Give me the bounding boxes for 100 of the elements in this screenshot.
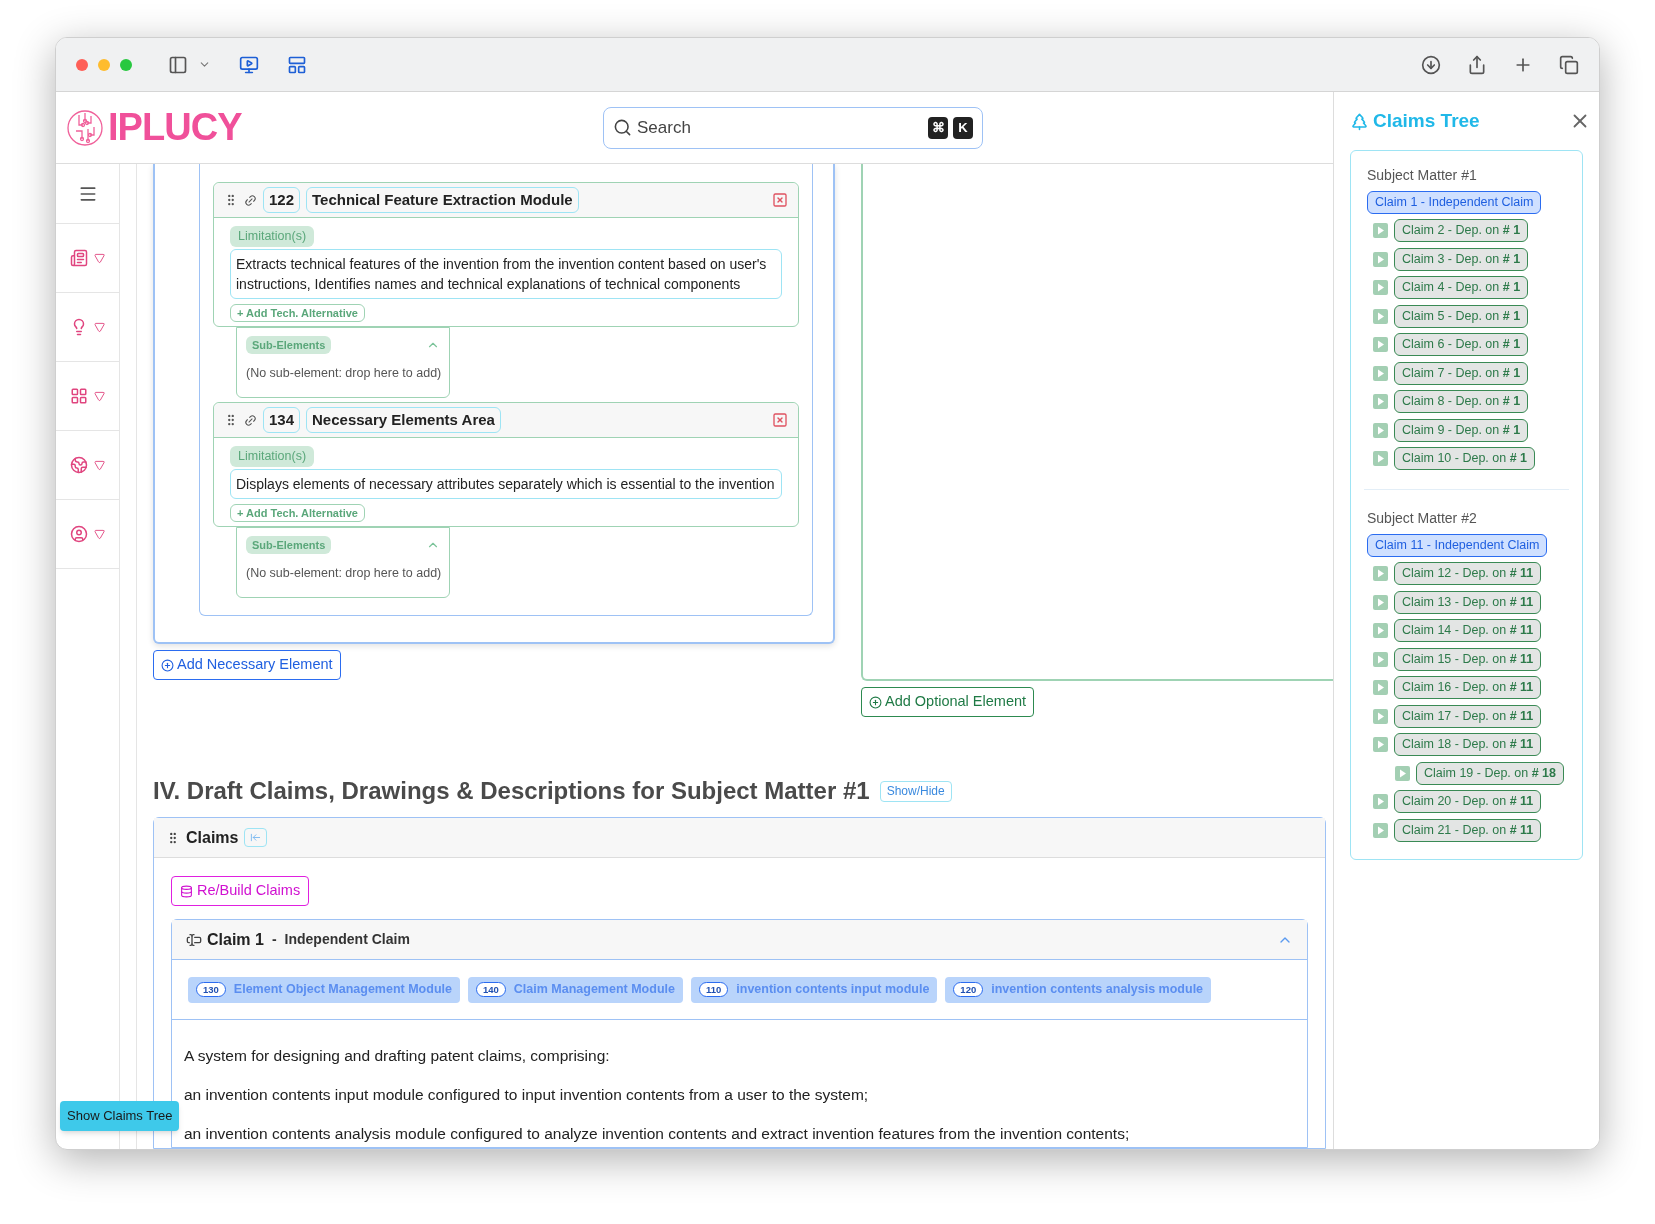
element-tag[interactable]: 110 invention contents input module — [690, 976, 938, 1003]
claim-tag[interactable]: Claim 6 - Dep. on # 1 — [1394, 333, 1529, 357]
element-name: invention contents analysis module — [991, 981, 1204, 999]
add-alternative-button[interactable]: + Add Tech. Alternative — [230, 503, 365, 522]
limitation-label: Limitation(s) — [230, 226, 315, 247]
claim-tag[interactable]: Claim 10 - Dep. on # 1 — [1394, 447, 1536, 471]
claim-tag[interactable]: Claim 17 - Dep. on # 11 — [1394, 704, 1542, 728]
empty-message: (No sub-element: drop here to add) — [246, 365, 440, 383]
claim-tag[interactable]: Claim 20 - Dep. on # 11 — [1394, 790, 1542, 814]
add-necessary-element-button[interactable]: Add Necessary Element — [153, 650, 341, 680]
play-icon[interactable] — [1373, 623, 1388, 639]
element-name: invention contents input module — [736, 981, 930, 999]
empty-message: (No sub-element: drop here to add) — [246, 565, 440, 583]
element-number: 110 — [698, 982, 729, 997]
shortcut-key: ⌘ — [928, 116, 948, 139]
claim-tag[interactable]: Claim 14 - Dep. on # 11 — [1394, 619, 1542, 643]
element-name: Technical Feature Extraction Module — [306, 186, 579, 214]
play-icon[interactable] — [1373, 822, 1388, 838]
video-icon[interactable] — [239, 54, 259, 75]
play-icon[interactable] — [1373, 223, 1388, 239]
claim-tag[interactable]: Claim 18 - Dep. on # 11 — [1394, 733, 1542, 757]
show-claims-tree-button[interactable]: Show Claims Tree — [60, 1101, 180, 1131]
caret-icon[interactable] — [94, 321, 105, 333]
claim-tag[interactable]: Claim 16 - Dep. on # 11 — [1394, 676, 1542, 700]
claim-tag[interactable]: Claim 12 - Dep. on # 11 — [1394, 562, 1542, 586]
nav-icon[interactable] — [70, 525, 88, 543]
share-icon[interactable] — [1467, 54, 1487, 75]
claim-tag[interactable]: Claim 11 - Independent Claim — [1367, 533, 1548, 557]
search-input[interactable]: Search — [637, 114, 923, 141]
claim-tag[interactable]: Claim 13 - Dep. on # 11 — [1394, 590, 1542, 614]
element-tag[interactable]: 140 Claim Management Module — [467, 976, 683, 1003]
claim-tag[interactable]: Claim 4 - Dep. on # 1 — [1394, 276, 1529, 300]
delete-icon[interactable] — [772, 192, 788, 208]
claim-tag[interactable]: Claim 1 - Independent Claim — [1367, 190, 1542, 214]
collapse-button[interactable] — [244, 828, 268, 847]
sidebar-toggle-icon[interactable] — [168, 54, 188, 75]
claim-separator: - — [271, 930, 277, 949]
claim-tag[interactable]: Claim 5 - Dep. on # 1 — [1394, 304, 1529, 328]
claim-tag[interactable]: Claim 15 - Dep. on # 11 — [1394, 647, 1542, 671]
caret-icon[interactable] — [94, 390, 105, 402]
claim-tag[interactable]: Claim 7 - Dep. on # 1 — [1394, 361, 1529, 385]
panel-title: Claims Tree — [1373, 108, 1480, 133]
limitation-field[interactable]: Extracts technical features of the invention from the invention content based on user's instructions, Identifies names and technical explanations of technical components — [230, 248, 782, 299]
close-window-icon[interactable] — [76, 58, 88, 71]
claim-paragraph: an invention contents analysis module configured to analyze invention contents and extract invention features from the invention contents; — [184, 1124, 1131, 1144]
claim-tag[interactable]: Claim 3 - Dep. on # 1 — [1394, 247, 1529, 271]
rebuild-claims-button[interactable]: Re/Build Claims — [171, 876, 310, 906]
play-icon[interactable] — [1373, 566, 1388, 582]
element-number: 120 — [953, 982, 984, 997]
sub-elements-label: Sub-Elements — [246, 335, 332, 355]
play-icon[interactable] — [1373, 737, 1388, 753]
add-alternative-button[interactable]: + Add Tech. Alternative — [230, 303, 365, 322]
nav-icon[interactable] — [70, 249, 88, 267]
claim-tag[interactable]: Claim 9 - Dep. on # 1 — [1394, 418, 1529, 442]
add-optional-element-button[interactable]: Add Optional Element — [861, 687, 1035, 717]
play-icon[interactable] — [1373, 308, 1388, 324]
sub-elements-label: Sub-Elements — [246, 535, 332, 555]
element-tag[interactable]: 120 invention contents analysis module — [945, 976, 1212, 1003]
claim-tag[interactable]: Claim 8 - Dep. on # 1 — [1394, 390, 1529, 414]
play-icon[interactable] — [1373, 337, 1388, 353]
claim-tag[interactable]: Claim 19 - Dep. on # 18 — [1416, 761, 1565, 785]
claim-tag[interactable]: Claim 2 - Dep. on # 1 — [1394, 219, 1529, 243]
play-icon[interactable] — [1373, 365, 1388, 381]
zoom-window-icon[interactable] — [120, 58, 132, 71]
subject-matter-title: Subject Matter #1 — [1367, 166, 1478, 185]
play-icon[interactable] — [1395, 765, 1410, 781]
download-icon[interactable] — [1421, 54, 1441, 75]
claim-icon — [186, 931, 202, 948]
caret-icon[interactable] — [94, 528, 105, 540]
play-icon[interactable] — [1373, 394, 1388, 410]
claim-type: Independent Claim — [284, 930, 410, 949]
play-icon[interactable] — [1373, 680, 1388, 696]
nav-icon[interactable] — [70, 387, 88, 405]
tabs-icon[interactable] — [1559, 54, 1579, 75]
caret-icon[interactable] — [94, 459, 105, 471]
element-tag[interactable]: 130 Element Object Management Module — [188, 976, 460, 1003]
limitation-field[interactable]: Displays elements of necessary attributes separately which is essential to the invention — [230, 468, 782, 499]
caret-icon[interactable] — [94, 252, 105, 264]
nav-icon[interactable] — [70, 456, 88, 474]
play-icon[interactable] — [1373, 708, 1388, 724]
play-icon[interactable] — [1373, 422, 1388, 438]
play-icon[interactable] — [1373, 594, 1388, 610]
element-name: Element Object Management Module — [233, 981, 452, 999]
minimize-window-icon[interactable] — [98, 58, 110, 71]
logo-text: IPLUCY — [108, 105, 242, 150]
play-icon[interactable] — [1373, 251, 1388, 267]
layout-icon[interactable] — [287, 54, 307, 75]
play-icon[interactable] — [1373, 280, 1388, 296]
delete-icon[interactable] — [772, 412, 788, 428]
play-icon[interactable] — [1373, 451, 1388, 467]
element-number: 134 — [263, 406, 301, 434]
element-number: 130 — [196, 982, 226, 997]
element-number: 140 — [475, 982, 506, 997]
claim-tag[interactable]: Claim 21 - Dep. on # 11 — [1394, 818, 1542, 842]
add-icon — [869, 695, 882, 709]
search-field[interactable]: Search ⌘ K — [603, 106, 983, 149]
claims-title: Claims — [186, 827, 239, 848]
show-hide-button[interactable]: Show/Hide — [879, 780, 952, 802]
play-icon[interactable] — [1373, 794, 1388, 810]
play-icon[interactable] — [1373, 651, 1388, 667]
